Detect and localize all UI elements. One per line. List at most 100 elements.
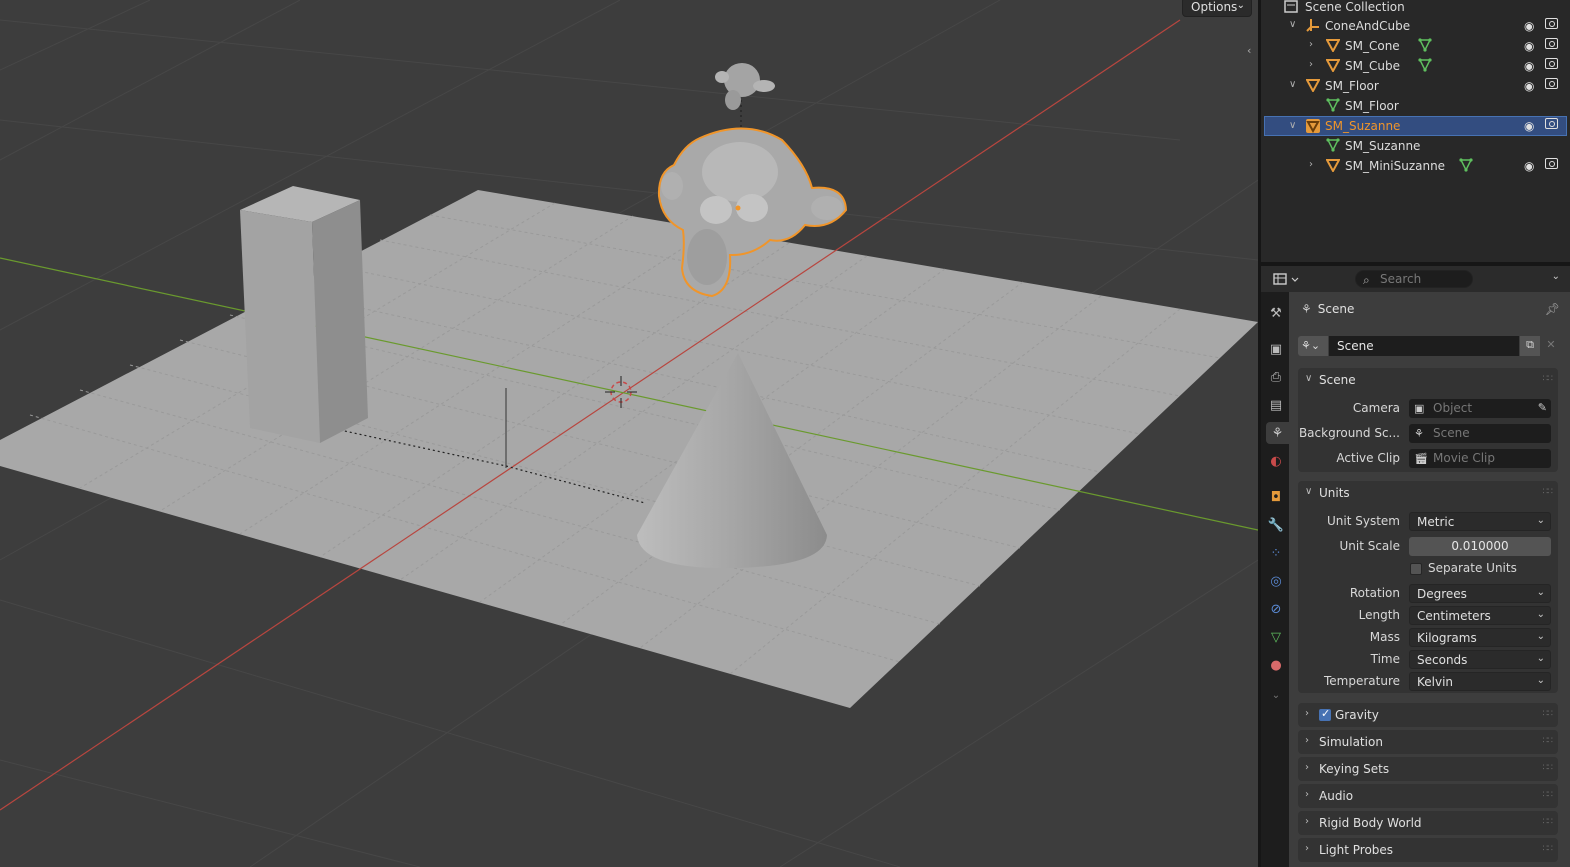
separate-units-checkbox[interactable] xyxy=(1410,563,1422,575)
particles-tab-icon[interactable]: ⁘ xyxy=(1265,542,1287,564)
eye-icon[interactable]: ◉ xyxy=(1524,39,1534,53)
camera-render-icon[interactable] xyxy=(1545,18,1558,29)
drag-grip-icon[interactable]: ∷∷ xyxy=(1543,763,1554,773)
floor-plane[interactable] xyxy=(0,190,1258,708)
more-tabs-icon[interactable]: ⌄ xyxy=(1265,684,1287,706)
active-clip-field[interactable]: 🎬︎ Movie Clip xyxy=(1409,449,1551,468)
physics-tab-icon[interactable]: ◎ xyxy=(1265,570,1287,592)
sidebar-toggle-icon[interactable]: ‹ xyxy=(1247,44,1251,57)
chevron-down-icon: ⌄ xyxy=(1536,515,1545,526)
eye-icon[interactable]: ◉ xyxy=(1524,119,1534,133)
render-tab-icon[interactable]: ▣ xyxy=(1265,338,1287,360)
modifiers-tab-icon[interactable]: 🔧 xyxy=(1265,514,1287,536)
3d-viewport[interactable]: Options ⌄ ‹ xyxy=(0,0,1258,867)
simulation-panel[interactable]: › Simulation ∷∷ xyxy=(1298,730,1558,754)
constraints-tab-icon[interactable]: ⊘ xyxy=(1265,598,1287,620)
duplicate-datablock-icon[interactable]: ⧉ xyxy=(1520,336,1540,356)
pin-icon[interactable]: 📌︎ xyxy=(1545,302,1560,316)
properties-editor: ⚘Scene 📌︎ ⚘⌄ Scene ⚲ ⧉ ✕ ∨ Scene ∷∷ Came… xyxy=(1289,292,1570,867)
chevron-down-icon: ∨ xyxy=(1305,373,1313,384)
drag-grip-icon[interactable]: ∷∷ xyxy=(1543,736,1554,746)
unit-system-dropdown[interactable]: Metric ⌄ xyxy=(1409,512,1551,531)
eye-icon[interactable]: ◉ xyxy=(1524,59,1534,73)
gravity-panel[interactable]: › Gravity ∷∷ xyxy=(1298,703,1558,727)
expand-right-icon[interactable]: › xyxy=(1309,159,1313,170)
eye-icon[interactable]: ◉ xyxy=(1524,19,1534,33)
camera-render-icon[interactable] xyxy=(1545,58,1558,69)
drag-grip-icon[interactable]: ∷∷ xyxy=(1543,790,1554,800)
outliner-row-coneandcube[interactable]: ∨ ConeAndCube ◉ xyxy=(1264,16,1567,36)
outliner-label: SM_Suzanne xyxy=(1345,139,1421,153)
panel-title: Scene xyxy=(1319,373,1356,387)
time-dropdown[interactable]: Seconds ⌄ xyxy=(1409,650,1551,669)
unlink-datablock-icon[interactable]: ✕ xyxy=(1541,336,1561,356)
rotation-dropdown[interactable]: Degrees ⌄ xyxy=(1409,584,1551,603)
temperature-dropdown[interactable]: Kelvin ⌄ xyxy=(1409,672,1551,691)
properties-search-input[interactable]: ⌕ Search xyxy=(1355,270,1473,288)
datablock-browse-button[interactable]: ⚘⌄ xyxy=(1298,336,1328,356)
temperature-value: Kelvin xyxy=(1417,675,1454,689)
data-tab-icon[interactable]: ▽ xyxy=(1265,626,1287,648)
keying-sets-panel[interactable]: › Keying Sets ∷∷ xyxy=(1298,757,1558,781)
drag-grip-icon[interactable]: ∷∷ xyxy=(1543,844,1554,854)
unit-scale-field[interactable]: 0.010000 xyxy=(1409,537,1551,556)
camera-field[interactable]: ▣ Object ✎ xyxy=(1409,399,1551,418)
expand-down-icon[interactable]: ∨ xyxy=(1289,120,1296,131)
object-icon: ▣ xyxy=(1414,402,1425,415)
camera-render-icon[interactable] xyxy=(1545,78,1558,89)
camera-render-icon[interactable] xyxy=(1545,158,1558,169)
background-scene-field[interactable]: ⚘ Scene xyxy=(1409,424,1551,443)
object-tab-icon[interactable]: ◘ xyxy=(1265,486,1287,508)
mesh-data-icon xyxy=(1418,38,1432,55)
output-tab-icon[interactable]: ⎙ xyxy=(1265,366,1287,388)
options-dropdown[interactable]: Options ⌄ xyxy=(1182,0,1252,17)
outliner-row-sm-cone[interactable]: › SM_Cone ◉ xyxy=(1264,36,1567,56)
drag-grip-icon[interactable]: ∷∷ xyxy=(1543,374,1554,384)
editor-type-selector[interactable] xyxy=(1271,270,1303,288)
empty-object-icon xyxy=(1306,18,1320,32)
expand-down-icon[interactable]: ∨ xyxy=(1289,79,1296,90)
expand-right-icon[interactable]: › xyxy=(1309,39,1313,50)
datablock-name-field[interactable]: Scene ⚲ xyxy=(1329,336,1539,356)
scene-panel-header[interactable]: ∨ Scene ∷∷ xyxy=(1298,368,1558,392)
view-layer-tab-icon[interactable]: ▤ xyxy=(1265,394,1287,416)
chevron-down-icon[interactable]: ⌄ xyxy=(1552,271,1560,282)
outliner-row-sm-floor[interactable]: ∨ SM_Floor ◉ xyxy=(1264,76,1567,96)
units-panel-header[interactable]: ∨ Units ∷∷ xyxy=(1298,481,1558,505)
mini-suzanne-object[interactable] xyxy=(715,63,775,110)
audio-panel[interactable]: › Audio ∷∷ xyxy=(1298,784,1558,808)
length-dropdown[interactable]: Centimeters ⌄ xyxy=(1409,606,1551,625)
world-tab-icon[interactable]: ◐ xyxy=(1265,450,1287,472)
tool-tab-icon[interactable]: ⚒ xyxy=(1265,302,1287,324)
mass-dropdown[interactable]: Kilograms ⌄ xyxy=(1409,628,1551,647)
drag-grip-icon[interactable]: ∷∷ xyxy=(1543,709,1554,719)
eyedropper-icon[interactable]: ✎ xyxy=(1538,401,1547,414)
outliner-row-sm-suzanne-mesh[interactable]: SM_Suzanne xyxy=(1264,136,1567,156)
expand-down-icon[interactable]: ∨ xyxy=(1289,19,1296,30)
outliner-row-sm-minisuzanne[interactable]: › SM_MiniSuzanne ◉ xyxy=(1264,156,1567,176)
cube-object[interactable] xyxy=(240,186,368,443)
camera-render-icon[interactable] xyxy=(1545,38,1558,49)
rigid-body-world-panel[interactable]: › Rigid Body World ∷∷ xyxy=(1298,811,1558,835)
outliner-row-sm-floor-mesh[interactable]: SM_Floor xyxy=(1264,96,1567,116)
outliner-row-sm-suzanne[interactable]: ∨ SM_Suzanne ◉ xyxy=(1264,116,1567,136)
rotation-row: Rotation Degrees ⌄ xyxy=(1298,583,1558,605)
outliner-row-sm-cube[interactable]: › SM_Cube ◉ xyxy=(1264,56,1567,76)
gravity-checkbox[interactable] xyxy=(1319,707,1331,721)
material-tab-icon[interactable]: ● xyxy=(1265,654,1287,676)
mesh-data-icon xyxy=(1326,138,1340,152)
panel-title: Gravity xyxy=(1335,708,1379,722)
eye-icon[interactable]: ◉ xyxy=(1524,79,1534,93)
unit-system-value: Metric xyxy=(1417,515,1455,529)
drag-grip-icon[interactable]: ∷∷ xyxy=(1543,817,1554,827)
scene-tab-icon[interactable]: ⚘ xyxy=(1266,422,1289,444)
viewport-scene[interactable] xyxy=(0,0,1258,867)
light-probes-panel[interactable]: › Light Probes ∷∷ xyxy=(1298,838,1558,862)
outliner[interactable]: Scene Collection ∨ ConeAndCube ◉ › SM_Co… xyxy=(1261,0,1570,262)
outliner-row-scene-collection[interactable]: Scene Collection xyxy=(1264,0,1567,16)
eye-icon[interactable]: ◉ xyxy=(1524,159,1534,173)
expand-right-icon[interactable]: › xyxy=(1309,59,1313,70)
drag-grip-icon[interactable]: ∷∷ xyxy=(1543,487,1554,497)
chevron-right-icon: › xyxy=(1305,789,1309,800)
camera-render-icon[interactable] xyxy=(1545,118,1558,129)
